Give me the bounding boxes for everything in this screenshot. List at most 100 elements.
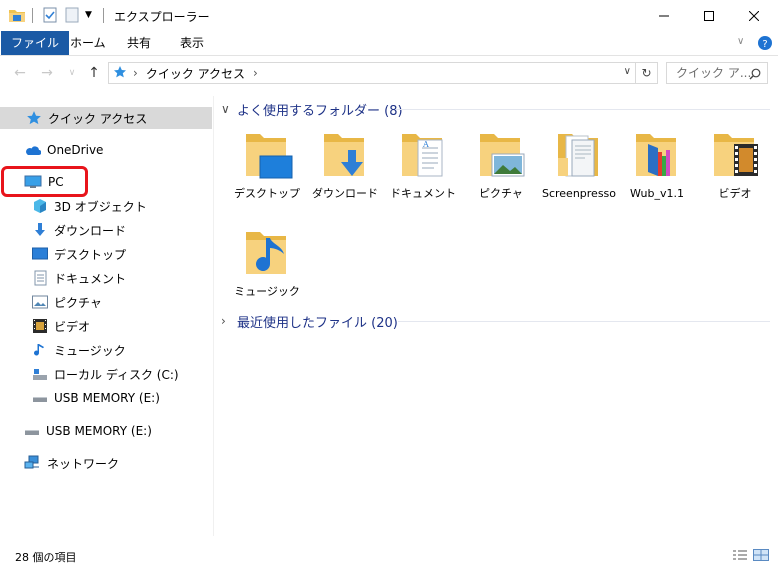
sidebar-item-label: ローカル ディスク (C:) <box>54 367 179 382</box>
svg-text:A: A <box>422 140 429 149</box>
customize-toolbar-icon[interactable]: ▼ <box>85 10 92 20</box>
folder-label: ドキュメント <box>390 187 456 200</box>
folder-tile-videos[interactable]: ビデオ <box>696 128 774 201</box>
search-input[interactable]: クイック ア... <box>666 62 768 84</box>
tab-home[interactable]: ホーム <box>61 31 115 55</box>
sidebar-item-label: ピクチャ <box>54 295 102 310</box>
close-button[interactable] <box>731 0 776 31</box>
sidebar-item-desktop[interactable]: デスクトップ <box>32 243 126 265</box>
folder-download-icon <box>324 134 364 176</box>
folder-label: ビデオ <box>718 187 752 200</box>
group-header-label: 最近使用したファイル (20) <box>237 315 398 331</box>
group-divider <box>396 109 770 110</box>
address-dropdown-icon[interactable]: ∨ <box>624 66 631 77</box>
group-recent-files[interactable]: › 最近使用したファイル (20) <box>221 311 398 331</box>
properties-icon[interactable] <box>42 7 58 26</box>
star-icon <box>27 111 41 125</box>
help-icon[interactable]: ? <box>758 36 772 53</box>
folder-music-icon <box>246 232 286 274</box>
folder-video-icon <box>714 134 758 176</box>
sidebar-item-label: USB MEMORY (E:) <box>54 391 160 405</box>
usb-drive-icon <box>33 397 47 402</box>
title-bar: ▼ エクスプローラー <box>0 0 778 31</box>
group-frequent-folders[interactable]: ∨ よく使用するフォルダー (8) <box>221 99 403 119</box>
navigation-pane: クイック アクセス OneDrive PC 3D オブジェクト ダウンロード デ… <box>0 96 214 536</box>
group-header-label: よく使用するフォルダー (8) <box>237 103 403 119</box>
sidebar-item-downloads[interactable]: ダウンロード <box>32 219 126 241</box>
refresh-button[interactable]: ↻ <box>636 62 658 84</box>
folder-tile-desktop[interactable]: デスクトップ <box>228 128 306 201</box>
breadcrumb-chevron-icon[interactable]: › <box>253 66 258 80</box>
separator <box>32 8 33 23</box>
window-title: エクスプローラー <box>114 10 210 24</box>
desktop-icon <box>32 247 48 260</box>
sidebar-item-videos[interactable]: ビデオ <box>32 315 90 337</box>
sidebar-item-pictures[interactable]: ピクチャ <box>32 291 102 313</box>
status-item-count: 28 個の項目 <box>15 551 77 564</box>
breadcrumb-quick-access[interactable]: クイック アクセス <box>146 65 245 82</box>
sidebar-item-network[interactable]: ネットワーク <box>24 452 119 474</box>
separator <box>103 8 104 23</box>
sidebar-item-label: USB MEMORY (E:) <box>46 424 152 438</box>
sidebar-item-label: OneDrive <box>47 143 104 157</box>
maximize-button[interactable] <box>686 0 731 31</box>
sidebar-item-documents[interactable]: ドキュメント <box>32 267 126 289</box>
sidebar-item-label: クイック アクセス <box>48 111 148 126</box>
network-icon <box>24 455 39 469</box>
back-arrow-icon[interactable]: ← <box>10 63 30 83</box>
search-placeholder: クイック ア... <box>676 66 752 80</box>
folder-screenshot-icon <box>558 134 598 177</box>
sidebar-item-label: ドキュメント <box>54 271 127 286</box>
tab-file[interactable]: ファイル <box>1 31 70 55</box>
recent-locations-icon[interactable]: ∨ <box>62 63 82 83</box>
forward-arrow-icon[interactable]: → <box>37 63 57 83</box>
ribbon: ファイル ホーム 共有 表示 ∨ ? <box>0 31 778 56</box>
folder-tile-documents[interactable]: A ドキュメント <box>384 128 462 201</box>
tab-share[interactable]: 共有 <box>118 31 160 55</box>
chevron-right-icon[interactable]: › <box>221 314 235 328</box>
sidebar-item-label: デスクトップ <box>54 247 127 262</box>
folder-tile-screenpresso[interactable]: Screenpresso <box>540 128 618 201</box>
sidebar-item-music[interactable]: ミュージック <box>32 339 126 361</box>
folder-tile-wub[interactable]: Wub_v1.1 <box>618 128 696 201</box>
star-icon <box>113 65 127 82</box>
folder-tile-music[interactable]: ミュージック <box>228 226 306 299</box>
folder-label: ミュージック <box>234 285 300 298</box>
sidebar-item-local-disk[interactable]: ローカル ディスク (C:) <box>32 363 179 385</box>
sidebar-item-quick-access[interactable]: クイック アクセス <box>0 107 212 129</box>
up-arrow-icon[interactable]: ↑ <box>84 63 104 83</box>
folder-app-icon <box>636 134 676 176</box>
sidebar-item-usb-memory[interactable]: USB MEMORY (E:) <box>24 420 152 442</box>
picture-icon <box>32 295 48 309</box>
cube-icon <box>34 199 46 213</box>
sidebar-item-onedrive[interactable]: OneDrive <box>24 139 103 161</box>
sidebar-item-label: ダウンロード <box>54 223 127 238</box>
new-folder-icon[interactable] <box>64 7 80 26</box>
folder-tile-pictures[interactable]: ピクチャ <box>462 128 540 201</box>
sidebar-item-usb-drive[interactable]: USB MEMORY (E:) <box>32 387 160 409</box>
sidebar-item-3d-objects[interactable]: 3D オブジェクト <box>32 195 147 217</box>
folder-home-icon[interactable] <box>8 7 26 26</box>
cloud-icon <box>26 146 41 155</box>
search-icon[interactable] <box>749 66 761 86</box>
folder-label: Screenpresso <box>541 187 617 200</box>
details-view-icon[interactable] <box>732 549 748 564</box>
svg-text:?: ? <box>762 39 767 50</box>
large-icons-view-icon[interactable] <box>753 549 769 564</box>
film-icon <box>33 319 47 333</box>
music-note-icon <box>34 344 44 356</box>
usb-drive-icon <box>25 430 39 435</box>
address-bar[interactable]: › クイック アクセス › ∨ <box>108 62 636 84</box>
folder-label: ピクチャ <box>479 187 523 200</box>
expand-ribbon-icon[interactable]: ∨ <box>737 36 744 47</box>
pc-highlight-box <box>1 166 88 197</box>
sidebar-item-label: 3D オブジェクト <box>54 199 147 214</box>
download-arrow-icon <box>35 223 45 236</box>
folder-tile-downloads[interactable]: ダウンロード <box>306 128 384 201</box>
minimize-button[interactable] <box>641 0 686 31</box>
chevron-down-icon[interactable]: ∨ <box>221 102 235 116</box>
local-disk-icon <box>33 369 47 380</box>
sidebar-item-label: ミュージック <box>54 343 126 358</box>
breadcrumb-chevron-icon: › <box>133 66 138 80</box>
tab-view[interactable]: 表示 <box>171 31 213 55</box>
